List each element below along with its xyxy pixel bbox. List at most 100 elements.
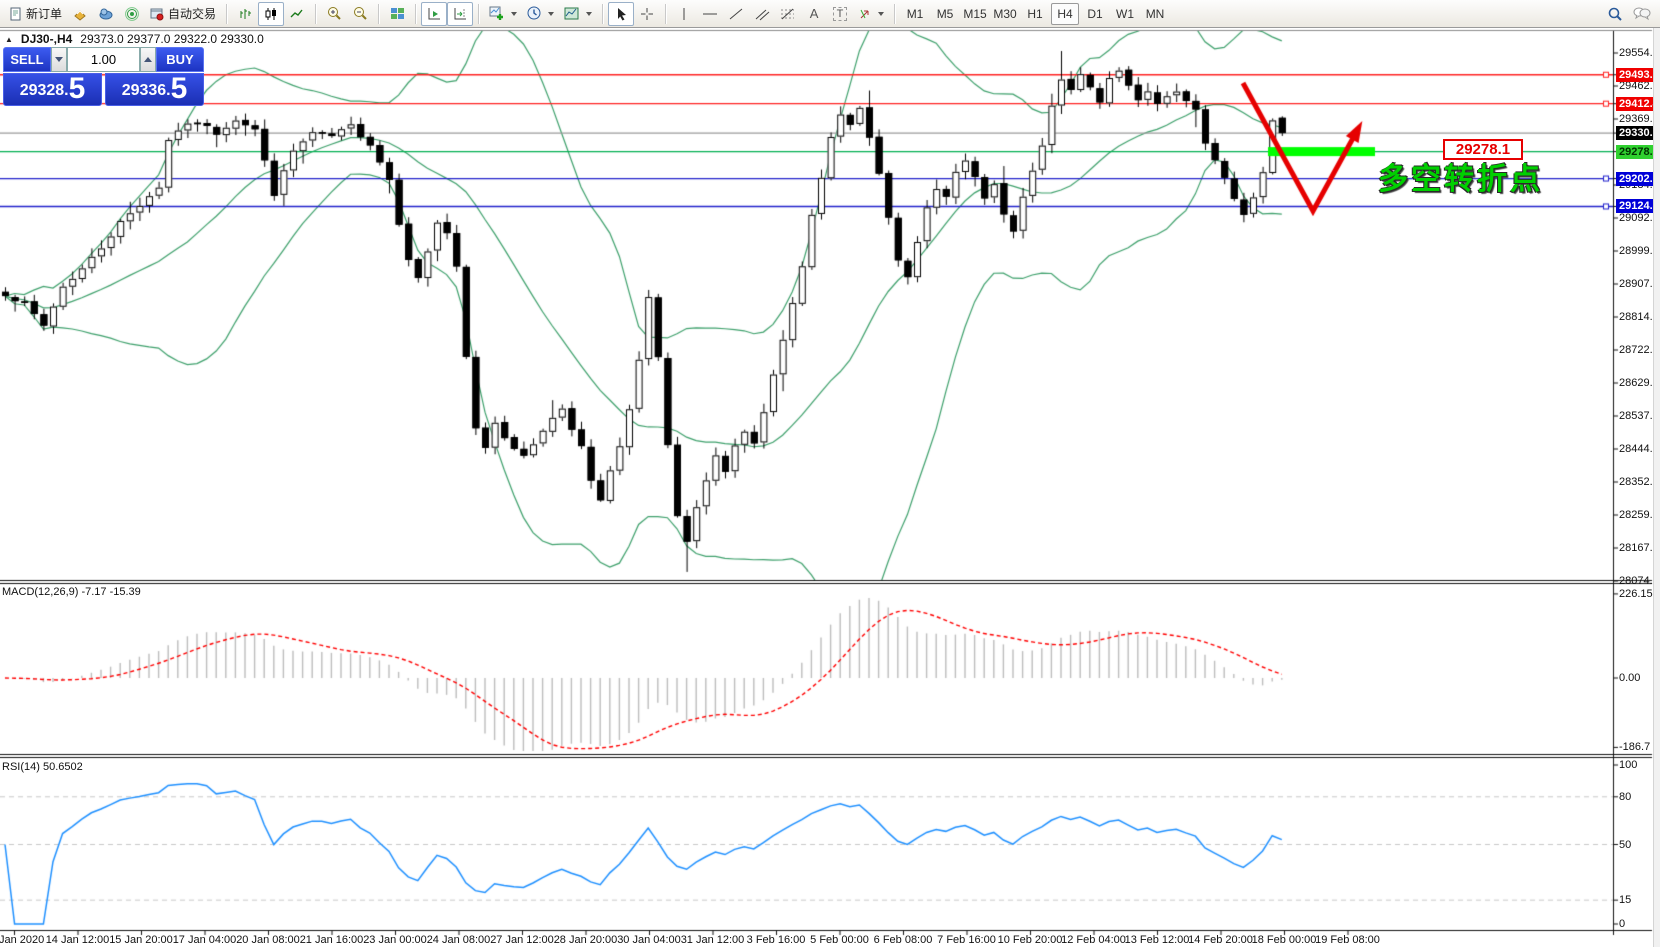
rsi-axis-tick: 50 bbox=[1619, 839, 1631, 852]
text-label-tool-button[interactable]: T bbox=[827, 2, 853, 26]
zoom-out-icon bbox=[353, 6, 368, 21]
chart-window: ▲ DJ30-,H4 29373.0 29377.0 29322.0 29330… bbox=[0, 28, 1660, 947]
sell-price-int: 29328. bbox=[20, 78, 69, 104]
dropdown-arrow-icon bbox=[586, 12, 592, 16]
line-chart-icon bbox=[290, 7, 304, 21]
toolbar-separator bbox=[894, 4, 895, 24]
navigator-button[interactable] bbox=[93, 2, 119, 26]
rsi-axis-tick: 15 bbox=[1619, 894, 1631, 907]
toolbar-separator bbox=[378, 4, 379, 24]
arrows-icon bbox=[858, 7, 872, 21]
channel-tool-button[interactable] bbox=[749, 2, 775, 26]
arrows-tool-button[interactable] bbox=[853, 2, 889, 26]
new-order-button[interactable]: 新订单 bbox=[4, 2, 67, 26]
timeframe-button-m30[interactable]: M30 bbox=[991, 3, 1019, 25]
navigator-icon bbox=[99, 7, 114, 21]
zoom-in-icon bbox=[327, 6, 342, 21]
bar-chart-button[interactable] bbox=[232, 2, 258, 26]
chart-symbol-timeframe: DJ30-,H4 bbox=[21, 32, 72, 46]
zoom-out-button[interactable] bbox=[347, 2, 373, 26]
sell-button[interactable]: SELL bbox=[3, 47, 51, 72]
text-tool-icon: A bbox=[810, 6, 819, 21]
crosshair-button[interactable] bbox=[634, 2, 660, 26]
auto-scroll-icon bbox=[427, 7, 442, 21]
macd-axis-tick: 0.00 bbox=[1619, 672, 1640, 685]
signal-icon bbox=[125, 7, 140, 21]
macd-axis-tick: -186.7 bbox=[1619, 741, 1650, 754]
toolbar-separator bbox=[665, 4, 666, 24]
time-axis-label: 19 Feb 08:00 bbox=[1300, 934, 1396, 946]
chart-symbol-icon: ▲ bbox=[5, 35, 13, 44]
sell-price-display[interactable]: 29328.5 bbox=[3, 73, 102, 106]
market-watch-button[interactable] bbox=[67, 2, 93, 26]
timeframe-button-m15[interactable]: M15 bbox=[961, 3, 989, 25]
buy-price-big-digit: 5 bbox=[171, 74, 188, 104]
add-indicator-button[interactable] bbox=[484, 2, 522, 26]
macd-indicator-label: MACD(12,26,9) -7.17 -15.39 bbox=[2, 586, 141, 598]
chat-button[interactable] bbox=[1628, 2, 1656, 26]
turning-point-note[interactable]: 多空转折点 bbox=[1378, 154, 1543, 198]
market-watch-icon bbox=[73, 7, 88, 21]
periods-button[interactable] bbox=[522, 2, 559, 26]
line-chart-button[interactable] bbox=[284, 2, 310, 26]
fibonacci-icon bbox=[780, 7, 796, 21]
timeframe-button-mn[interactable]: MN bbox=[1141, 3, 1169, 25]
periods-clock-icon bbox=[527, 6, 542, 21]
new-order-label: 新订单 bbox=[26, 5, 62, 22]
toolbar-separator bbox=[415, 4, 416, 24]
search-button[interactable] bbox=[1602, 2, 1628, 26]
timeframe-button-d1[interactable]: D1 bbox=[1081, 3, 1109, 25]
text-tool-button[interactable]: A bbox=[801, 2, 827, 26]
chart-shift-button[interactable] bbox=[447, 2, 473, 26]
trendline-tool-button[interactable] bbox=[723, 2, 749, 26]
signal-button[interactable] bbox=[119, 2, 145, 26]
one-click-trade-panel: SELL BUY 29328.5 29336.5 bbox=[3, 47, 204, 106]
crosshair-icon bbox=[640, 7, 654, 21]
cursor-icon bbox=[615, 7, 628, 21]
zoom-in-button[interactable] bbox=[321, 2, 347, 26]
bar-chart-icon bbox=[238, 7, 252, 21]
volume-increase-button[interactable] bbox=[140, 47, 156, 72]
equidistant-channel-icon bbox=[755, 7, 770, 21]
candlestick-chart-button[interactable] bbox=[258, 2, 284, 26]
toolbar-separator bbox=[602, 4, 603, 24]
buy-price-display[interactable]: 29336.5 bbox=[105, 73, 204, 106]
templates-button[interactable] bbox=[559, 2, 597, 26]
text-label-icon: T bbox=[833, 7, 848, 21]
rsi-axis-tick: 100 bbox=[1619, 759, 1637, 772]
timeframe-button-m5[interactable]: M5 bbox=[931, 3, 959, 25]
timeframe-button-h4[interactable]: H4 bbox=[1051, 3, 1079, 25]
vertical-scrollbar[interactable] bbox=[1653, 28, 1660, 947]
timeframe-button-m1[interactable]: M1 bbox=[901, 3, 929, 25]
tile-windows-icon bbox=[390, 7, 405, 21]
spinner-down-icon bbox=[55, 57, 63, 62]
horizontal-line-icon bbox=[702, 9, 718, 19]
templates-icon bbox=[564, 7, 580, 21]
buy-button[interactable]: BUY bbox=[156, 47, 204, 72]
volume-decrease-button[interactable] bbox=[51, 47, 67, 72]
auto-scroll-button[interactable] bbox=[421, 2, 447, 26]
horizontal-line-tool-button[interactable] bbox=[697, 2, 723, 26]
new-order-icon bbox=[9, 7, 23, 21]
timeframe-button-h1[interactable]: H1 bbox=[1021, 3, 1049, 25]
volume-input[interactable] bbox=[67, 47, 140, 72]
chart-title: ▲ DJ30-,H4 29373.0 29377.0 29322.0 29330… bbox=[5, 32, 264, 46]
cursor-button[interactable] bbox=[608, 2, 634, 26]
rsi-axis-tick: 0 bbox=[1619, 918, 1625, 931]
auto-trading-icon bbox=[150, 7, 165, 21]
rsi-axis-tick: 80 bbox=[1619, 791, 1631, 804]
toolbar-separator bbox=[226, 4, 227, 24]
auto-trading-button[interactable]: 自动交易 bbox=[145, 2, 221, 26]
toolbar-separator bbox=[478, 4, 479, 24]
candlestick-chart-icon bbox=[264, 7, 278, 21]
rsi-indicator-label: RSI(14) 50.6502 bbox=[2, 761, 83, 773]
chart-ohlc-values: 29373.0 29377.0 29322.0 29330.0 bbox=[80, 32, 264, 46]
chat-icon bbox=[1633, 6, 1651, 21]
tile-windows-button[interactable] bbox=[384, 2, 410, 26]
fibonacci-tool-button[interactable] bbox=[775, 2, 801, 26]
dropdown-arrow-icon bbox=[548, 12, 554, 16]
timeframe-button-w1[interactable]: W1 bbox=[1111, 3, 1139, 25]
dropdown-arrow-icon bbox=[878, 12, 884, 16]
vertical-line-tool-button[interactable] bbox=[671, 2, 697, 26]
add-indicator-icon bbox=[489, 6, 505, 21]
